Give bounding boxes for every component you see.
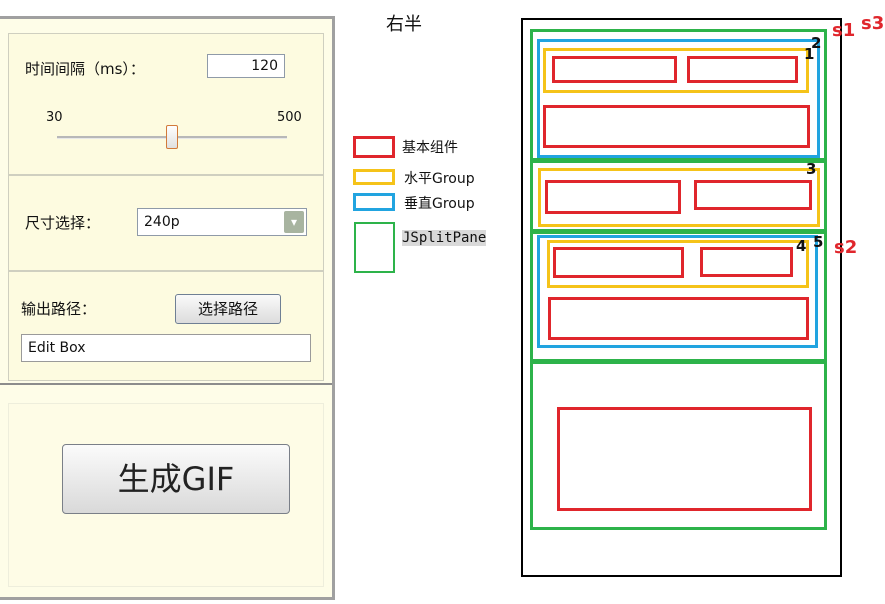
component-box — [687, 56, 798, 83]
gif-settings-panel: 时间间隔（ms）： 120 30 500 尺寸选择： 240p ▾ 输出路径： … — [0, 16, 335, 600]
component-box — [543, 105, 810, 148]
split-label-s3: s3 — [861, 13, 885, 34]
component-box — [548, 297, 809, 340]
legend-swatch-horizontal — [353, 169, 395, 185]
component-box — [694, 180, 812, 210]
generate-section: 生成GIF — [8, 403, 324, 587]
group-number-3: 3 — [806, 160, 817, 178]
size-label: 尺寸选择： — [25, 214, 101, 232]
legend-label-horizontal: 水平Group — [404, 171, 475, 187]
slider-max-label: 500 — [277, 110, 302, 125]
output-path-field[interactable]: Edit Box — [21, 334, 311, 362]
interval-input[interactable]: 120 — [207, 54, 285, 78]
interval-section: 时间间隔（ms）： 120 30 500 — [8, 33, 324, 175]
legend-swatch-vertical — [353, 193, 395, 211]
size-select[interactable]: 240p ▾ — [137, 208, 307, 236]
diagram-title: 右半 — [386, 14, 422, 35]
component-box — [557, 407, 812, 511]
interval-slider-thumb[interactable] — [166, 125, 178, 149]
component-box — [545, 180, 681, 214]
group-number-2: 2 — [811, 34, 822, 52]
chevron-down-icon[interactable]: ▾ — [284, 211, 304, 233]
legend-swatch-splitpane — [354, 222, 395, 273]
component-box — [700, 247, 793, 277]
legend-label-vertical: 垂直Group — [404, 196, 475, 212]
choose-path-button[interactable]: 选择路径 — [175, 294, 281, 324]
group-number-4: 4 — [796, 237, 807, 255]
group-number-5: 5 — [813, 233, 824, 251]
component-box — [552, 56, 677, 83]
slider-min-label: 30 — [46, 110, 63, 125]
legend-label-splitpane: JSplitPane — [402, 230, 487, 246]
split-label-s1: s1 — [832, 20, 856, 41]
size-section: 尺寸选择： 240p ▾ — [8, 175, 324, 271]
size-select-value: 240p — [144, 214, 180, 230]
interval-label: 时间间隔（ms）： — [25, 60, 145, 78]
component-box — [553, 247, 684, 278]
split-label-s2: s2 — [834, 237, 858, 258]
generate-gif-button[interactable]: 生成GIF — [62, 444, 290, 514]
output-section: 输出路径： 选择路径 Edit Box — [8, 271, 324, 381]
legend-swatch-basic — [353, 136, 395, 158]
output-path-label: 输出路径： — [21, 300, 97, 318]
split-divider[interactable] — [0, 383, 332, 385]
legend-label-basic: 基本组件 — [402, 140, 458, 156]
